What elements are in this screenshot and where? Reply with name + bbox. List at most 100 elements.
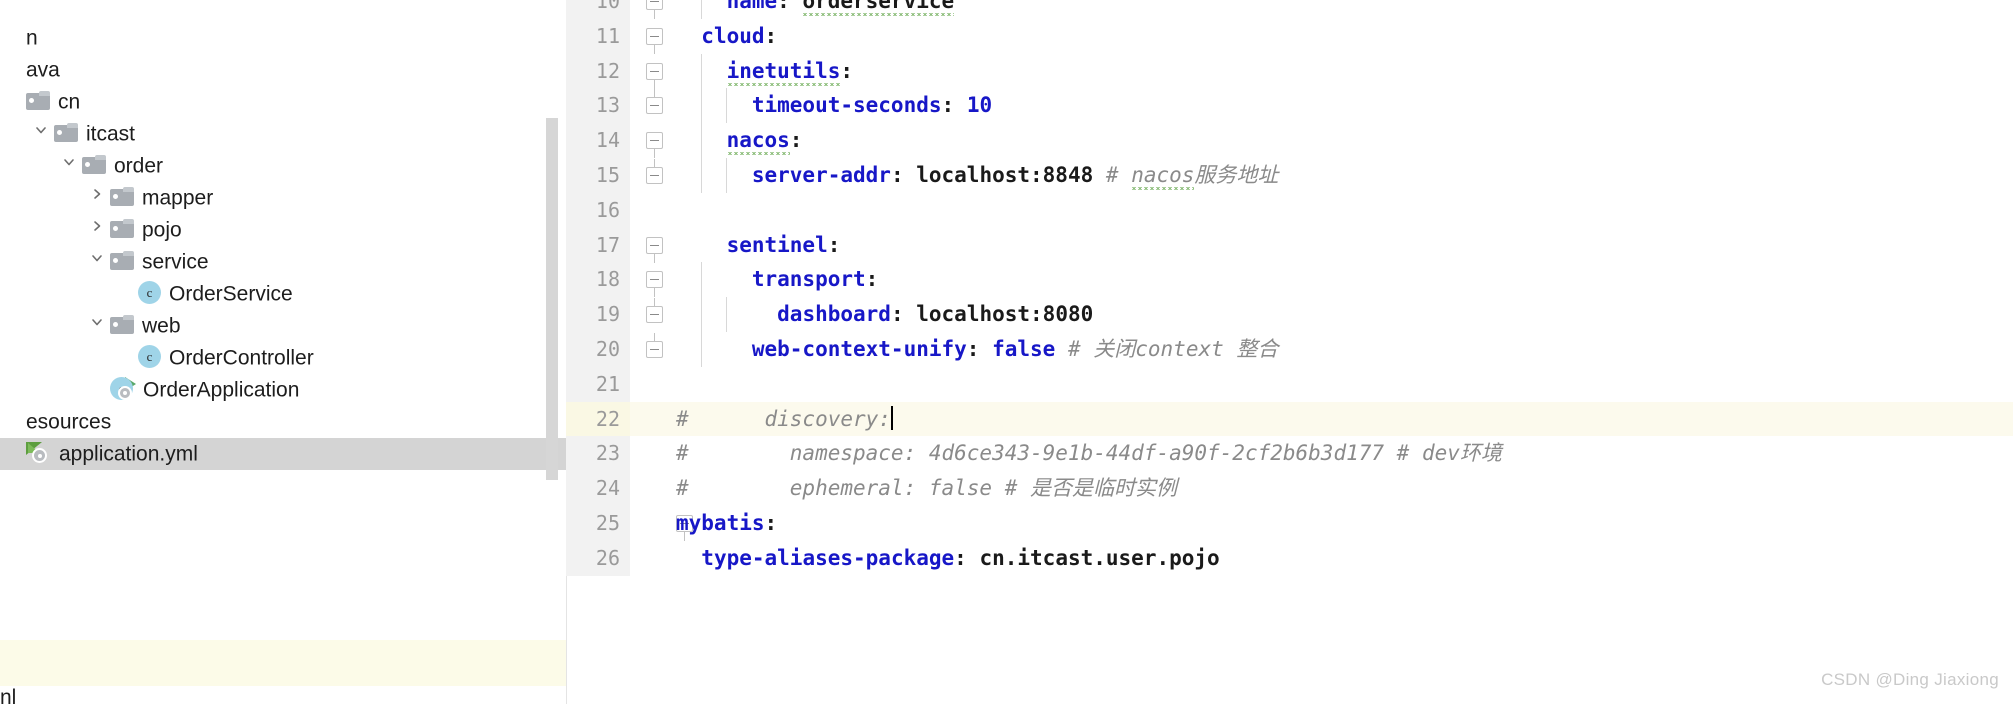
line-number[interactable]: 21 (566, 366, 630, 402)
tree-item-cn[interactable]: cn (0, 86, 566, 118)
code-line-20[interactable]: 20 web-context-unify: false # 关闭context … (566, 332, 2013, 367)
line-number[interactable]: 15 (566, 158, 630, 193)
code-token: false (992, 337, 1056, 361)
fold-toggle-icon[interactable] (646, 159, 663, 184)
tree-item-ordercontroller[interactable]: c OrderController (0, 342, 566, 374)
fold-toggle-icon[interactable] (646, 236, 663, 263)
code-line-25[interactable]: 25 mybatis: (566, 506, 2013, 541)
line-number[interactable]: 18 (566, 262, 630, 298)
code-text[interactable]: dashboard: localhost:8080 (676, 297, 1093, 332)
line-number[interactable]: 14 (566, 123, 630, 158)
line-number[interactable]: 17 (566, 227, 630, 263)
code-token: 关闭context 整合 (1093, 337, 1279, 361)
code-token: timeout-seconds (751, 93, 942, 118)
code-line-21[interactable]: 21 (566, 366, 2013, 402)
code-line-15[interactable]: 15 server-addr: localhost:8848 # nacos服务… (566, 158, 2013, 193)
code-text[interactable]: name: orderservice (676, 0, 955, 19)
line-number[interactable]: 20 (566, 332, 630, 367)
fold-gutter (640, 228, 670, 263)
tree-item-pojo[interactable]: pojo (0, 214, 566, 246)
code-line-24[interactable]: 24 # ephemeral: false # 是否是临时实例 (566, 471, 2013, 506)
code-text[interactable]: cloud: (676, 19, 777, 54)
code-token: : (890, 163, 917, 187)
code-token: : (764, 511, 778, 535)
line-number[interactable]: 10 (566, 0, 630, 19)
chevron-down-icon[interactable] (84, 309, 110, 341)
tree-item-web[interactable]: web (0, 310, 566, 342)
tree-item-label: esources (26, 410, 112, 434)
code-line-18[interactable]: 18 transport: (566, 262, 2013, 298)
line-number[interactable]: 24 (566, 471, 630, 506)
code-line-14[interactable]: 14 nacos: (566, 123, 2013, 159)
code-line-17[interactable]: 17 sentinel: (566, 227, 2013, 263)
code-text[interactable]: type-aliases-package: cn.itcast.user.poj… (676, 541, 1219, 576)
fold-gutter (640, 19, 670, 54)
tree-item-n[interactable]: n (0, 22, 566, 54)
fold-toggle-icon[interactable] (646, 298, 663, 324)
tree-item-ava[interactable]: ava (0, 54, 566, 86)
fold-toggle-icon[interactable] (646, 271, 663, 298)
java-class-icon: c (138, 344, 161, 368)
chevron-down-icon[interactable] (84, 245, 110, 277)
code-line-13[interactable]: 13 timeout-seconds: 10 (566, 88, 2013, 124)
line-number[interactable]: 23 (566, 436, 630, 472)
code-line-16[interactable]: 16 (566, 192, 2013, 228)
code-text[interactable]: # ephemeral: false # 是否是临时实例 (676, 471, 1177, 506)
line-number[interactable]: 12 (566, 53, 630, 89)
code-line-22[interactable]: 22 # discovery: (566, 401, 2013, 437)
code-line-19[interactable]: 19 dashboard: localhost:8080 (566, 297, 2013, 332)
code-text[interactable]: transport: (676, 262, 878, 297)
line-number[interactable]: 13 (566, 88, 630, 124)
project-tree-scrollbar[interactable] (546, 118, 558, 480)
tree-item-orderapplication[interactable]: c OrderApplication (0, 374, 566, 406)
line-number[interactable]: 16 (566, 192, 630, 228)
chevron-down-icon[interactable] (56, 149, 82, 181)
line-number[interactable]: 19 (566, 297, 630, 332)
code-text[interactable]: sentinel: (676, 228, 841, 263)
code-text[interactable]: nacos: (676, 123, 802, 158)
fold-toggle-icon[interactable] (646, 132, 663, 159)
line-number[interactable]: 11 (566, 18, 630, 54)
code-text[interactable]: # namespace: 4d6ce343-9e1b-44df-a90f-2cf… (676, 436, 1502, 471)
code-line-23[interactable]: 23 # namespace: 4d6ce343-9e1b-44df-a90f-2… (566, 436, 2013, 472)
fold-toggle-icon[interactable] (646, 62, 663, 89)
code-line-12[interactable]: 12 inetutils: (566, 53, 2013, 89)
folder-icon (110, 250, 134, 270)
code-text[interactable]: timeout-seconds: 10 (676, 88, 992, 123)
code-line-10[interactable]: 10 name: orderservice (566, 0, 2013, 19)
fold-toggle-icon[interactable] (646, 89, 663, 115)
code-text[interactable]: server-addr: localhost:8848 # nacos服务地址 (676, 158, 1278, 193)
code-line-26[interactable]: 26 type-aliases-package: cn.itcast.user.… (566, 540, 2013, 576)
project-tool-window[interactable]: n ava cn itcast order mapper pojo service c Or… (0, 0, 566, 704)
code-text[interactable]: # discovery: (676, 402, 893, 437)
line-number[interactable]: 26 (566, 540, 630, 576)
code-token: mybatis (676, 511, 765, 535)
fold-toggle-icon[interactable] (646, 27, 663, 54)
tree-item-esources[interactable]: esources (0, 406, 566, 438)
tree-item-label: pojo (142, 218, 182, 242)
tree-item-order[interactable]: order (0, 150, 566, 182)
code-token: # (1093, 163, 1132, 187)
tree-item-itcast[interactable]: itcast (0, 118, 566, 150)
tree-bottom-highlight-band (0, 640, 566, 686)
code-text[interactable]: mybatis: (676, 506, 777, 541)
code-editor[interactable]: 10 name: orderservice 11 cloud: 12 inetuti… (566, 0, 2013, 704)
tree-item-orderservice[interactable]: c OrderService (0, 278, 566, 310)
line-number[interactable]: 25 (566, 506, 630, 541)
fold-toggle-icon[interactable] (646, 333, 663, 358)
code-text[interactable]: inetutils: (676, 54, 853, 89)
chevron-right-icon[interactable] (84, 181, 110, 213)
code-token: : (954, 545, 980, 570)
fold-toggle-icon[interactable] (646, 0, 663, 19)
tree-item-application-yml[interactable]: application.yml (0, 438, 566, 470)
chevron-right-icon[interactable] (84, 213, 110, 245)
chevron-down-icon[interactable] (28, 117, 54, 149)
code-token: server-addr (751, 163, 891, 187)
line-number[interactable]: 22 (566, 401, 630, 437)
tree-item-mapper[interactable]: mapper (0, 182, 566, 214)
code-text[interactable]: web-context-unify: false # 关闭context 整合 (676, 332, 1279, 367)
tree-item-service[interactable]: service (0, 246, 566, 278)
code-line-11[interactable]: 11 cloud: (566, 18, 2013, 54)
tree-item-label: ava (26, 58, 60, 82)
ide-window: n ava cn itcast order mapper pojo service c Or… (0, 0, 2013, 704)
